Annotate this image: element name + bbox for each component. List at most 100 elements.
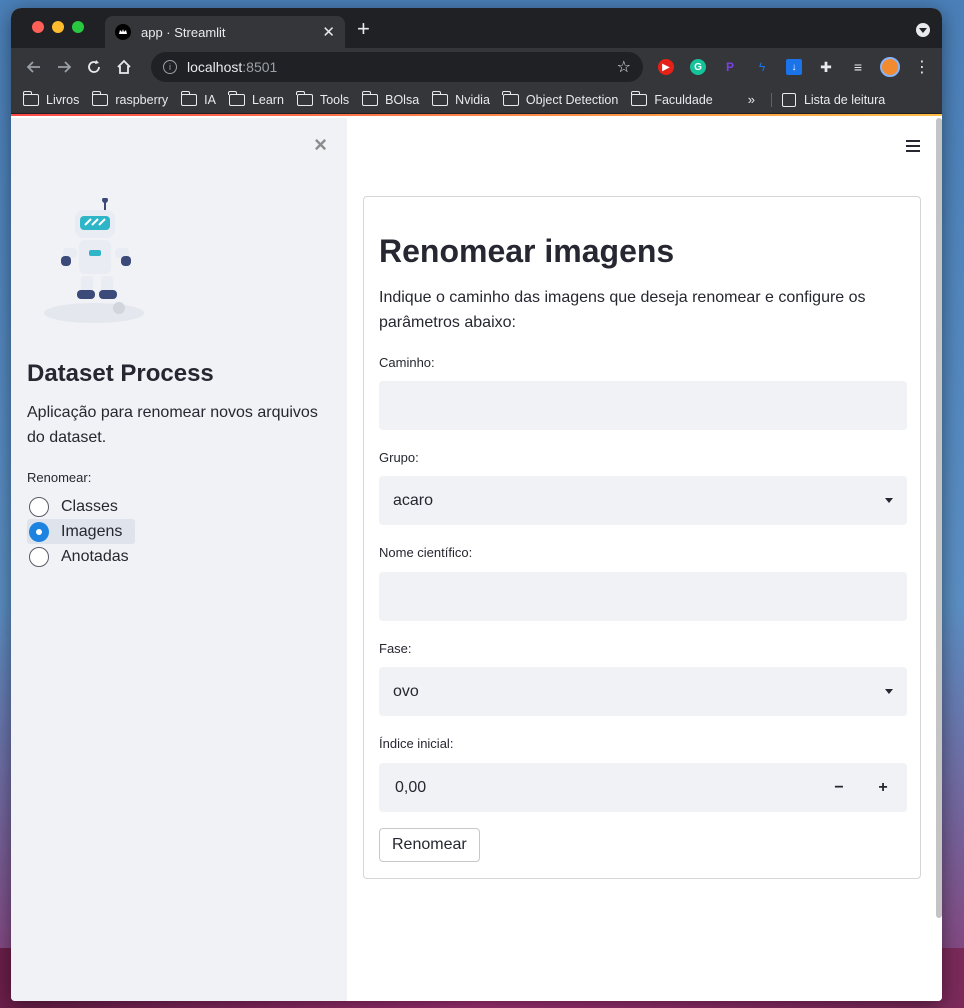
folder-icon: [431, 90, 449, 106]
folder-icon: [22, 90, 39, 106]
sidebar: × Dataset Process Aplicação para renomea…: [11, 118, 347, 1001]
indice-inicial-number-input[interactable]: 0,00 − +: [379, 763, 907, 812]
radio-option-label: Classes: [61, 497, 118, 515]
radio-group-label: Renomear:: [27, 470, 92, 485]
bookmark-folder[interactable]: Learn: [228, 90, 284, 107]
radio-option-classes[interactable]: Classes: [27, 494, 135, 519]
sidebar-title: Dataset Process: [27, 360, 214, 387]
decrement-button[interactable]: −: [817, 763, 861, 812]
bookmark-folder[interactable]: Nvidia: [431, 90, 490, 107]
youtube-extension-icon[interactable]: ▶: [654, 55, 678, 79]
fase-select[interactable]: ovo: [379, 667, 907, 716]
bolt-extension-icon[interactable]: ϟ: [750, 55, 774, 79]
address-bar[interactable]: i localhost :8501 ☆: [151, 52, 643, 82]
grammarly-extension-icon[interactable]: G: [686, 55, 710, 79]
page-scrollbar[interactable]: [936, 118, 942, 918]
streamlit-app: × Dataset Process Aplicação para renomea…: [11, 118, 942, 1001]
browser-window: app · Streamlit ✕ + i localhost :8501 ☆ …: [11, 8, 942, 1001]
url-host: localhost: [187, 59, 243, 75]
bookmark-label: IA: [204, 92, 216, 107]
new-tab-button[interactable]: +: [357, 18, 370, 40]
folder-icon: [180, 90, 198, 106]
grupo-selected-value: acaro: [393, 491, 434, 509]
sidebar-description: Aplicação para renomear novos arquivos d…: [27, 404, 318, 446]
folder-icon: [361, 90, 379, 106]
bookmark-folder[interactable]: Livros: [22, 90, 80, 107]
bookmark-folder[interactable]: Object Detection: [502, 90, 619, 107]
nome-cientifico-label: Nome científico:: [379, 545, 473, 560]
folder-icon: [502, 90, 519, 106]
page-description: Indique o caminho das imagens que deseja…: [379, 289, 866, 331]
bookmark-label: Object Detection: [525, 92, 619, 107]
url-port: :8501: [242, 59, 278, 75]
radio-button[interactable]: [29, 546, 49, 567]
nome-cientifico-input[interactable]: [379, 572, 907, 621]
bookmarks-overflow-button[interactable]: »: [748, 92, 755, 107]
sidebar-close-icon[interactable]: ×: [314, 132, 327, 158]
forward-icon[interactable]: [49, 52, 79, 82]
bookmark-label: Livros: [46, 92, 80, 107]
browser-tab[interactable]: app · Streamlit ✕: [105, 16, 345, 48]
radio-option-label: Anotadas: [61, 547, 129, 565]
bookmarks-bar: Livros raspberry IA Learn Tools BOlsa Nvidia Ob…: [11, 86, 942, 114]
tab-search-icon[interactable]: [916, 23, 930, 37]
folder-icon: [630, 90, 648, 106]
media-control-icon[interactable]: ≡: [846, 55, 870, 79]
browser-menu-icon[interactable]: ⋮: [910, 55, 934, 79]
grupo-select[interactable]: acaro: [379, 476, 907, 525]
chevron-down-icon: [885, 498, 893, 503]
folder-icon: [91, 90, 109, 106]
bookmark-label: raspberry: [115, 92, 169, 107]
bookmark-label: Nvidia: [455, 92, 490, 107]
caminho-input[interactable]: [379, 381, 907, 430]
radio-button-selected[interactable]: [29, 521, 49, 542]
reload-icon[interactable]: [79, 52, 109, 82]
p-extension-icon[interactable]: P: [718, 55, 742, 79]
browser-toolbar: i localhost :8501 ☆ ▶ G P ϟ ↓ ✚ ≡ ⋮: [11, 48, 942, 86]
tab-close-icon[interactable]: ✕: [322, 23, 335, 41]
radio-option-label: Imagens: [61, 522, 123, 540]
bookmark-label: BOlsa: [385, 92, 420, 107]
back-icon[interactable]: [19, 52, 49, 82]
reading-list-label: Lista de leitura: [803, 92, 886, 107]
bookmark-folder[interactable]: raspberry: [91, 90, 169, 107]
chevron-down-icon: [885, 689, 893, 694]
radio-option-imagens[interactable]: Imagens: [27, 519, 135, 544]
caminho-label: Caminho:: [379, 355, 435, 370]
bookmark-folder[interactable]: BOlsa: [361, 90, 420, 107]
maximize-window-button[interactable]: [72, 21, 84, 33]
indice-value[interactable]: 0,00: [395, 779, 426, 797]
puzzle-extensions-icon[interactable]: ✚: [814, 55, 838, 79]
robot-illustration: [44, 198, 144, 323]
profile-avatar-icon[interactable]: [878, 55, 902, 79]
renomear-submit-button[interactable]: Renomear: [379, 828, 480, 862]
page-title: Renomear imagens: [379, 233, 675, 269]
folder-icon: [228, 90, 245, 106]
bookmark-label: Learn: [251, 92, 284, 107]
bookmark-star-icon[interactable]: ☆: [617, 57, 631, 77]
close-window-button[interactable]: [32, 21, 44, 33]
download-extension-icon[interactable]: ↓: [782, 55, 806, 79]
extensions-bar: ▶ G P ϟ ↓ ✚ ≡ ⋮: [654, 55, 934, 79]
rename-mode-radio-group: Classes Imagens Anotadas: [27, 494, 135, 569]
increment-button[interactable]: +: [861, 763, 905, 812]
hamburger-menu-icon[interactable]: [906, 140, 920, 152]
bookmark-label: Faculdade: [654, 92, 713, 107]
site-info-icon[interactable]: i: [163, 60, 177, 74]
tab-title: app · Streamlit: [141, 24, 226, 40]
indice-inicial-label: Índice inicial:: [379, 736, 454, 751]
radio-option-anotadas[interactable]: Anotadas: [27, 544, 135, 569]
reading-list-button[interactable]: Lista de leitura: [770, 92, 886, 107]
streamlit-crown-icon: [115, 24, 131, 40]
bookmark-folder[interactable]: IA: [180, 90, 216, 107]
streamlit-decoration-bar: [11, 114, 942, 116]
reading-list-icon: [781, 92, 796, 107]
minimize-window-button[interactable]: [52, 21, 64, 33]
title-bar: app · Streamlit ✕ +: [11, 8, 942, 48]
main-content: Renomear imagens Indique o caminho das i…: [347, 118, 942, 1001]
radio-button[interactable]: [29, 496, 49, 517]
home-icon[interactable]: [109, 52, 139, 82]
bookmark-folder[interactable]: Faculdade: [630, 90, 713, 107]
bookmark-label: Tools: [319, 92, 350, 107]
bookmark-folder[interactable]: Tools: [296, 90, 350, 107]
